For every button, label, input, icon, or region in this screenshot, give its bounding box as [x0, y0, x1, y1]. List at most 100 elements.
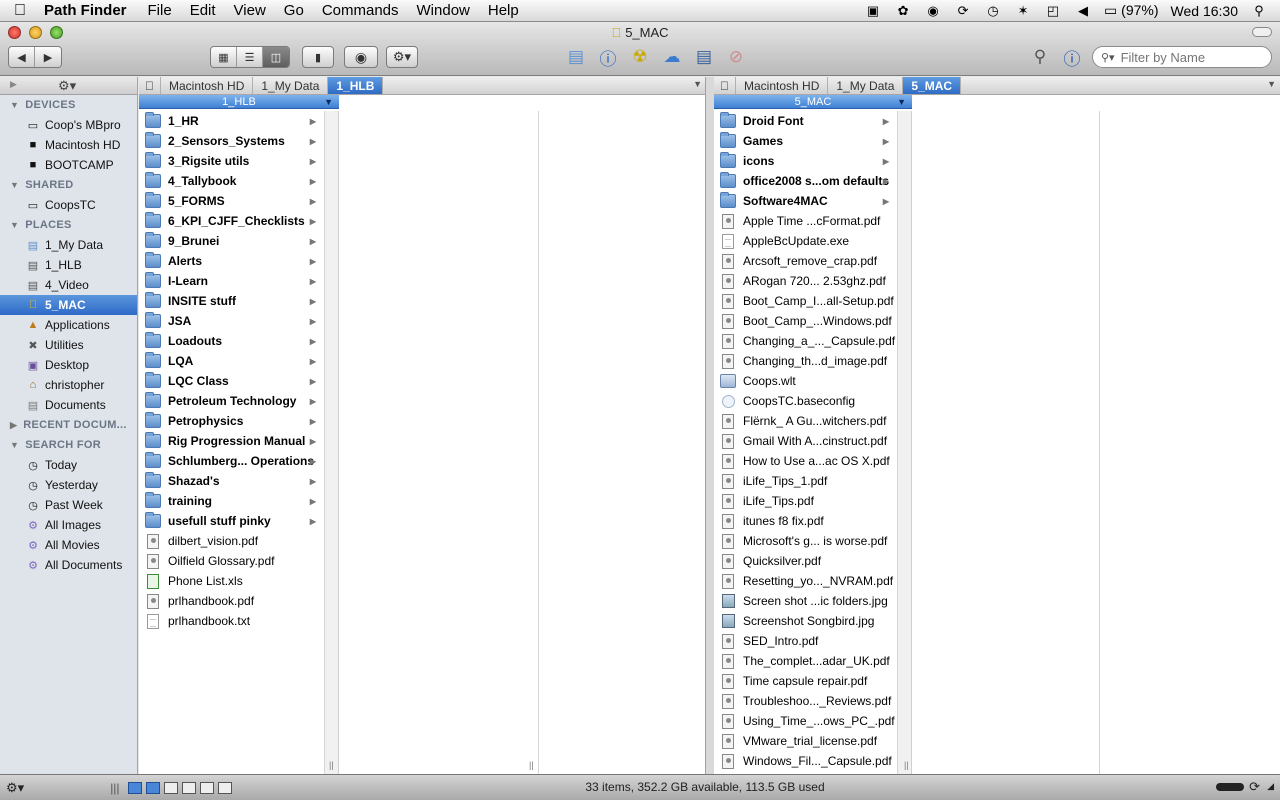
path-root-button[interactable]: 	[714, 77, 736, 94]
folder-row[interactable]: Rig Progression Manual ▶	[139, 431, 324, 451]
sidebar-item-coops-mbpro[interactable]: ▭ Coop's MBpro	[0, 115, 137, 135]
time-machine-icon[interactable]: ◷	[984, 3, 1002, 19]
cat-icon[interactable]: ◉	[924, 3, 942, 19]
menu-window[interactable]: Window	[408, 2, 479, 19]
list-view-button[interactable]: ☰	[237, 47, 263, 67]
chevron-down-icon[interactable]: ▼	[897, 95, 906, 109]
apple-menu-icon[interactable]: 	[0, 2, 40, 20]
action-menu-button[interactable]: ⚙▾	[386, 46, 418, 68]
file-row[interactable]: prlhandbook.pdf	[139, 591, 324, 611]
path-crumb[interactable]: 1_My Data	[828, 77, 904, 94]
menu-commands[interactable]: Commands	[313, 2, 408, 19]
folder-row[interactable]: office2008 s...om defaults ▶	[714, 171, 897, 191]
column-resize-gutter[interactable]	[325, 111, 339, 774]
file-row[interactable]: Quicksilver.pdf	[714, 551, 897, 571]
folder-row[interactable]: training ▶	[139, 491, 324, 511]
folder-row[interactable]: Schlumberg... Operations ▶	[139, 451, 324, 471]
file-row[interactable]: Resetting_yo..._NVRAM.pdf	[714, 571, 897, 591]
column-resize-gutter[interactable]	[898, 111, 912, 774]
folder-row[interactable]: Games ▶	[714, 131, 897, 151]
wifi-icon[interactable]: ◰	[1044, 3, 1062, 19]
folder-row[interactable]: Software4MAC ▶	[714, 191, 897, 211]
sidebar-item-macintosh-hd[interactable]: ■ Macintosh HD	[0, 135, 137, 155]
folder-row[interactable]: usefull stuff pinky ▶	[139, 511, 324, 531]
help-icon[interactable]: ⓘ	[1060, 46, 1084, 69]
sidebar-item-5-mac[interactable]:  5_MAC	[0, 295, 137, 315]
sidebar-item-all-images[interactable]: ⚙ All Images	[0, 515, 137, 535]
file-row[interactable]: Oilfield Glossary.pdf	[139, 551, 324, 571]
filter-search-field[interactable]: ⚲▾	[1092, 46, 1272, 68]
sidebar-back-icon[interactable]: ▶	[10, 79, 17, 90]
folder-row[interactable]: Loadouts ▶	[139, 331, 324, 351]
folder-row[interactable]: 3_Rigsite utils ▶	[139, 151, 324, 171]
file-row[interactable]: Using_Time_...ows_PC_.pdf	[714, 711, 897, 731]
file-row[interactable]: ARogan 720... 2.53ghz.pdf	[714, 271, 897, 291]
quick-look-button[interactable]: ◉	[344, 46, 378, 68]
file-row[interactable]: Screenshot Songbird.jpg	[714, 611, 897, 631]
new-folder-icon[interactable]: ▤	[564, 46, 588, 68]
sidebar-item-bootcamp[interactable]: ■ BOOTCAMP	[0, 155, 137, 175]
folder-row[interactable]: 5_FORMS ▶	[139, 191, 324, 211]
path-crumb[interactable]: Macintosh HD	[161, 77, 254, 94]
spotlight-icon[interactable]: ⚲	[1250, 3, 1268, 19]
toolbar-toggle-button[interactable]	[1252, 27, 1272, 37]
file-row[interactable]: iLife_Tips.pdf	[714, 491, 897, 511]
terminal-icon[interactable]: ▤	[692, 46, 716, 68]
file-row[interactable]: Boot_Camp_I...all-Setup.pdf	[714, 291, 897, 311]
column-resize-handle-icon[interactable]: ||	[329, 760, 334, 770]
folder-row[interactable]: 6_KPI_CJFF_Checklists ▶	[139, 211, 324, 231]
folder-row[interactable]: INSITE stuff ▶	[139, 291, 324, 311]
sidebar-item-christopher[interactable]: ⌂ christopher	[0, 375, 137, 395]
column-resize-handle-icon[interactable]: ||	[529, 760, 534, 770]
column-view-button[interactable]: ◫	[263, 47, 289, 67]
file-row[interactable]: Windows_Fil..._Capsule.pdf	[714, 751, 897, 771]
file-row[interactable]: Flërnk_ A Gu...witchers.pdf	[714, 411, 897, 431]
file-row[interactable]: Changing_a_..._Capsule.pdf	[714, 331, 897, 351]
menu-edit[interactable]: Edit	[181, 2, 225, 19]
file-row[interactable]: Time capsule repair.pdf	[714, 671, 897, 691]
volume-icon[interactable]: ◀	[1074, 3, 1092, 19]
filter-input[interactable]	[1120, 49, 1261, 65]
file-row[interactable]: dilbert_vision.pdf	[139, 531, 324, 551]
sidebar-item-applications[interactable]: ▲ Applications	[0, 315, 137, 335]
info-icon[interactable]: ⓘ	[596, 46, 620, 69]
section-places[interactable]: ▼ PLACES	[0, 215, 137, 235]
resize-grip-icon[interactable]: ◢	[1267, 781, 1274, 792]
sidebar-item-utilities[interactable]: ✖ Utilities	[0, 335, 137, 355]
forward-button[interactable]: ▶	[35, 47, 61, 67]
icon-view-button[interactable]: ▦	[211, 47, 237, 67]
file-row[interactable]: Coops.wlt	[714, 371, 897, 391]
menu-view[interactable]: View	[225, 2, 275, 19]
folder-row[interactable]: LQC Class ▶	[139, 371, 324, 391]
sidebar-item-all-movies[interactable]: ⚙ All Movies	[0, 535, 137, 555]
section-recent-documents[interactable]: ▶ RECENT DOCUM...	[0, 415, 137, 435]
section-devices[interactable]: ▼ DEVICES	[0, 95, 137, 115]
file-row[interactable]: Gmail With A...cinstruct.pdf	[714, 431, 897, 451]
sidebar-action-icon[interactable]: ⚙▾	[58, 78, 76, 94]
file-row[interactable]: AppleBcUpdate.exe	[714, 231, 897, 251]
folder-row[interactable]: 4_Tallybook ▶	[139, 171, 324, 191]
sidebar-item-documents[interactable]: ▤ Documents	[0, 395, 137, 415]
sidebar-item-1-hlb[interactable]: ▤ 1_HLB	[0, 255, 137, 275]
folder-row[interactable]: Alerts ▶	[139, 251, 324, 271]
delete-icon[interactable]: ⊘	[724, 46, 748, 68]
file-row[interactable]: Boot_Camp_...Windows.pdf	[714, 311, 897, 331]
path-crumb-current[interactable]: 5_MAC	[903, 77, 962, 94]
file-row[interactable]: Arcsoft_remove_crap.pdf	[714, 251, 897, 271]
file-row[interactable]: CoopsTC.baseconfig	[714, 391, 897, 411]
section-search-for[interactable]: ▼ SEARCH FOR	[0, 435, 137, 455]
file-row[interactable]: How to Use a...ac OS X.pdf	[714, 451, 897, 471]
icon-size-slider[interactable]	[1216, 783, 1244, 791]
folder-row[interactable]: LQA ▶	[139, 351, 324, 371]
folder-row[interactable]: Shazad's ▶	[139, 471, 324, 491]
paw-icon[interactable]: ✿	[894, 3, 912, 19]
path-crumb[interactable]: 1_My Data	[253, 77, 329, 94]
menu-file[interactable]: File	[139, 2, 181, 19]
folder-row[interactable]: 9_Brunei ▶	[139, 231, 324, 251]
folder-row[interactable]: 2_Sensors_Systems ▶	[139, 131, 324, 151]
app-menu[interactable]: Path Finder	[40, 2, 139, 19]
sidebar-item-1-my-data[interactable]: ▤ 1_My Data	[0, 235, 137, 255]
column-header[interactable]: 1_HLB ▼	[139, 95, 339, 109]
menu-extra-1-icon[interactable]: ▣	[864, 3, 882, 19]
section-shared[interactable]: ▼ SHARED	[0, 175, 137, 195]
